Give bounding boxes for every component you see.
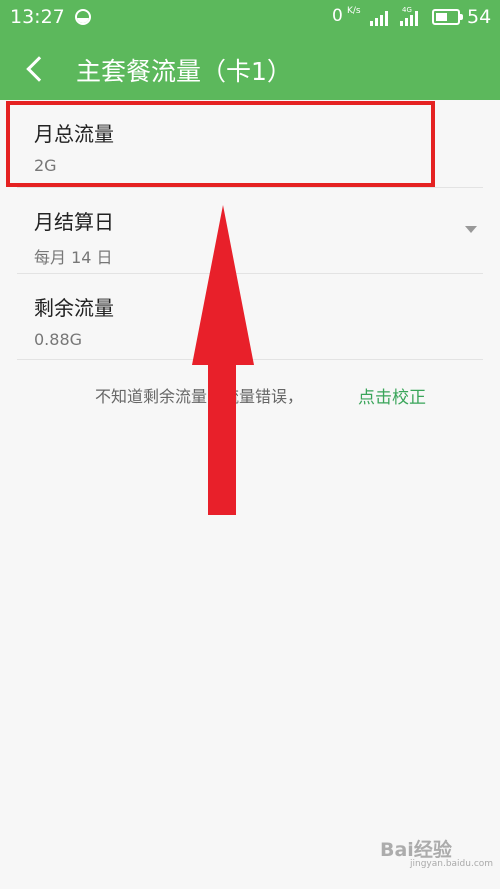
status-bar: 13:27 0 K/s 4G 54	[0, 0, 500, 34]
page-title: 主套餐流量（卡1）	[76, 57, 292, 86]
do-not-disturb-icon	[75, 9, 91, 25]
network-type-label: 4G	[402, 6, 412, 14]
calibrate-link[interactable]: 点击校正	[358, 383, 426, 408]
billing-day-label: 月结算日	[34, 210, 114, 234]
dropdown-arrow-icon[interactable]	[465, 226, 477, 233]
remaining-value: 0.88G	[34, 330, 83, 349]
highlight-box	[6, 101, 435, 187]
net-speed-value: 0	[332, 6, 343, 26]
battery-level-fill	[436, 13, 447, 21]
watermark-url: jingyan.baidu.com	[410, 859, 494, 869]
signal-icon	[370, 10, 392, 26]
battery-icon	[432, 9, 463, 25]
red-arrow-annotation	[192, 205, 254, 515]
remaining-label: 剩余流量	[34, 296, 114, 320]
net-speed-unit: K/s	[347, 6, 361, 16]
app-header: 13:27 0 K/s 4G 54 主套餐流量（卡1）	[0, 0, 500, 100]
watermark-logo: Bai经验	[380, 839, 452, 861]
billing-day-value: 每月 14 日	[34, 248, 113, 267]
arrow-shape	[192, 205, 254, 515]
status-time: 13:27	[10, 6, 65, 28]
battery-percent: 54	[467, 6, 492, 28]
back-arrow-icon[interactable]	[22, 52, 52, 86]
